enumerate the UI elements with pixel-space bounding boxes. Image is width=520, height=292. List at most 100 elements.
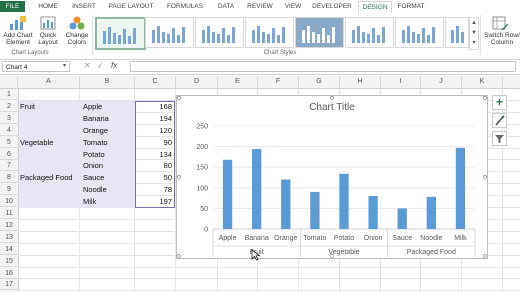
chart-style-7[interactable] [395,17,444,48]
cell-item[interactable]: Banana [83,113,109,124]
resize-handle[interactable] [177,175,181,179]
insert-function-icon[interactable]: fx [111,61,117,70]
resize-handle[interactable] [330,96,334,100]
chart-bar[interactable] [222,159,233,229]
change-colors-button[interactable]: Change Colors [63,15,91,49]
resize-handle[interactable] [177,254,181,258]
row-header-15[interactable]: 15 [0,256,18,267]
name-box[interactable]: Chart 4 [2,61,70,72]
chart-style-5[interactable] [295,17,344,48]
row-header-12[interactable]: 12 [0,220,18,231]
cell-value[interactable]: 197 [135,196,175,207]
tab-review[interactable]: REVIEW [244,1,276,12]
name-box-dropdown-icon[interactable]: ▾ [63,62,66,69]
chart-style-1[interactable] [95,17,146,50]
tab-file[interactable]: FILE [0,1,25,12]
row-header-9[interactable]: 9 [0,184,18,196]
row-header-14[interactable]: 14 [0,244,18,255]
chart-styles-scroll[interactable]: ▲ ▼ ▾ [469,17,479,50]
row-header-2[interactable]: 2 [0,101,18,112]
row-header-3[interactable]: 3 [0,113,18,124]
cell-value[interactable]: 134 [135,149,175,160]
chart-style-4[interactable] [245,17,294,48]
resize-handle[interactable] [483,254,487,258]
chart-bar[interactable] [281,179,291,229]
row-header-11[interactable]: 11 [0,208,18,219]
switch-row-column-button[interactable]: Switch Row/ Column [482,15,520,49]
cell-group[interactable]: Vegetable [20,137,53,148]
chart-style-3[interactable] [195,17,244,48]
row-header-10[interactable]: 10 [0,196,18,208]
cell-value[interactable]: 120 [135,125,175,136]
tab-view[interactable]: VIEW [280,1,306,12]
column-header-d[interactable]: D [176,76,218,88]
tab-page-layout[interactable]: PAGE LAYOUT [104,1,158,12]
chart-elements-button[interactable]: + [492,95,507,110]
row-header-6[interactable]: 6 [0,149,18,160]
cell-value[interactable]: 80 [135,160,175,171]
column-header-e[interactable]: E [218,76,258,88]
resize-handle[interactable] [483,175,487,179]
row-header-13[interactable]: 13 [0,232,18,243]
enter-icon[interactable]: ✓ [97,61,104,70]
column-header-j[interactable]: J [421,76,462,88]
chart-bar[interactable] [252,149,262,229]
tab-format[interactable]: FORMAT [392,1,430,12]
cell-group[interactable]: Packaged Food [20,172,73,183]
cell-item[interactable]: Orange [83,125,108,136]
column-header-b[interactable]: B [80,76,135,88]
chart-bar[interactable] [426,196,436,229]
cell-value[interactable]: 50 [135,172,175,183]
quick-layout-button[interactable]: Quick Layout [35,15,61,49]
row-header-7[interactable]: 7 [0,160,18,172]
cell-item[interactable]: Apple [83,101,102,112]
column-header-f[interactable]: F [258,76,299,88]
chart-bar[interactable] [368,196,378,229]
resize-handle[interactable] [483,96,487,100]
chart-bar[interactable] [310,191,320,229]
tab-home[interactable]: HOME [33,1,63,12]
select-all-corner[interactable] [0,76,18,88]
tab-data[interactable]: DATA [212,1,240,12]
chart-filters-button[interactable] [492,131,507,146]
cell-group[interactable]: Fruit [20,101,35,112]
add-chart-element-button[interactable]: Add Chart Element [3,15,33,49]
chart-bar[interactable] [455,147,466,229]
column-header-i[interactable]: I [381,76,421,88]
tab-formulas[interactable]: FORMULAS [162,1,208,12]
chart-style-8[interactable] [445,17,469,48]
row-header-16[interactable]: 16 [0,268,18,279]
cell-item[interactable]: Tomato [83,137,108,148]
cell-value[interactable]: 78 [135,184,175,195]
formula-input[interactable] [130,61,516,72]
resize-handle[interactable] [330,254,334,258]
cell-value[interactable]: 194 [135,113,175,124]
chart-style-6[interactable] [345,17,394,48]
row-header-8[interactable]: 8 [0,172,18,184]
cancel-icon[interactable]: ✕ [84,61,91,70]
tab-developer[interactable]: DEVELOPER [310,1,354,12]
column-header-h[interactable]: H [340,76,381,88]
row-header-4[interactable]: 4 [0,125,18,136]
column-header-a[interactable]: A [18,76,80,88]
column-header-g[interactable]: G [299,76,340,88]
row-header-17[interactable]: 17 [0,279,18,291]
chart-bar[interactable] [339,173,349,229]
column-header-c[interactable]: C [135,76,176,88]
column-header-k[interactable]: K [462,76,503,88]
cell-item[interactable]: Milk [83,196,96,207]
chart-bar[interactable] [397,208,407,229]
cell-item[interactable]: Noodle [83,184,107,195]
row-header-5[interactable]: 5 [0,137,18,148]
cell-item[interactable]: Sauce [83,172,104,183]
cell-value[interactable]: 90 [135,137,175,148]
resize-handle[interactable] [177,96,181,100]
chart-styles-button[interactable] [492,113,507,128]
chart[interactable]: Chart Title 0 50 100 150 200 250 Apple Banana Or… [176,95,488,259]
tab-insert[interactable]: INSERT [68,1,100,12]
row-header-1[interactable]: 1 [0,89,18,100]
cell-item[interactable]: Onion [83,160,103,171]
chart-style-2[interactable] [145,17,194,48]
cell-value[interactable]: 168 [135,101,175,112]
cell-item[interactable]: Potato [83,149,105,160]
